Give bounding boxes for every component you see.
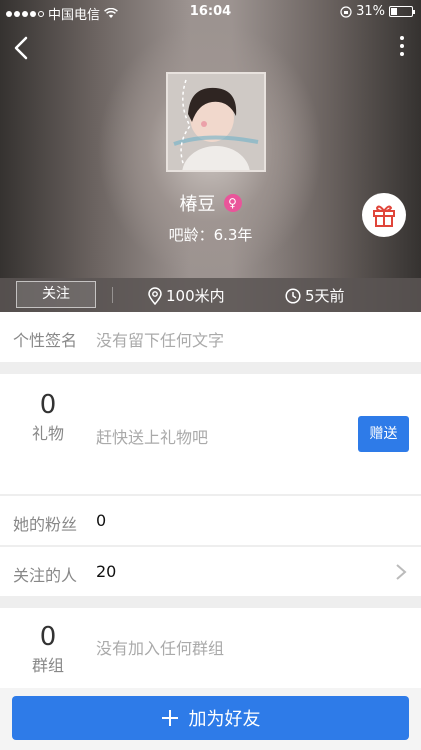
signature-value: 没有留下任何文字 <box>96 331 225 350</box>
group-hint: 没有加入任何群组 <box>96 639 225 658</box>
status-bar: 中国电信 16:04 31% <box>0 0 421 24</box>
female-icon: ♀ <box>223 194 242 212</box>
name-row: 椿豆 ♀ <box>0 190 421 216</box>
plus-icon <box>161 710 178 726</box>
gift-hint: 赶快送上礼物吧 <box>96 428 209 447</box>
following-label: 关注的人 <box>13 566 78 585</box>
following-count: 20 <box>96 562 117 581</box>
groups-section: 0 群组 没有加入任何群组 <box>0 608 421 688</box>
user-name: 椿豆 <box>179 194 216 215</box>
clock-icon <box>285 287 301 304</box>
avatar[interactable] <box>166 72 266 172</box>
more-button[interactable] <box>397 34 407 60</box>
add-friend-label: 加为好友 <box>188 709 261 730</box>
last-seen-info: 5天前 <box>285 285 345 306</box>
lock-rotation-icon <box>340 5 352 18</box>
fans-row[interactable]: 她的粉丝 0 <box>0 495 421 545</box>
back-button[interactable] <box>10 34 34 62</box>
avatar-image <box>168 74 264 170</box>
follow-button[interactable]: 关注 <box>16 281 96 308</box>
battery-percent: 31% <box>356 4 385 19</box>
signature-label: 个性签名 <box>13 331 78 350</box>
send-gift-button[interactable]: 赠送 <box>358 416 409 452</box>
gift-count: 0 <box>39 390 57 420</box>
group-count: 0 <box>39 622 57 652</box>
back-icon <box>14 36 28 60</box>
distance-text: 100米内 <box>166 287 225 305</box>
last-seen-text: 5天前 <box>305 287 345 305</box>
profile-header: 中国电信 16:04 31% 椿豆 ♀ 吧龄：6.3年 关注 100米内 5天前 <box>0 0 421 312</box>
bottom-bar: 加为好友 <box>0 688 421 750</box>
info-bar: 关注 100米内 5天前 <box>0 278 421 312</box>
gift-icon <box>373 205 395 227</box>
following-row[interactable]: 关注的人 20 <box>0 546 421 596</box>
gift-label: 礼物 <box>31 424 64 443</box>
info-divider <box>112 287 113 303</box>
more-icon <box>397 36 407 56</box>
add-friend-button[interactable]: 加为好友 <box>12 696 409 740</box>
gift-button[interactable] <box>362 193 406 237</box>
location-pin-icon <box>148 286 162 305</box>
fans-count: 0 <box>96 511 107 530</box>
forum-age: 吧龄：6.3年 <box>168 226 253 244</box>
signature-row: 个性签名 没有留下任何文字 <box>0 312 421 362</box>
distance-info: 100米内 <box>148 285 225 306</box>
chevron-right-icon <box>396 564 407 580</box>
group-label: 群组 <box>31 656 64 675</box>
fans-label: 她的粉丝 <box>13 515 78 534</box>
battery-icon <box>389 6 415 17</box>
